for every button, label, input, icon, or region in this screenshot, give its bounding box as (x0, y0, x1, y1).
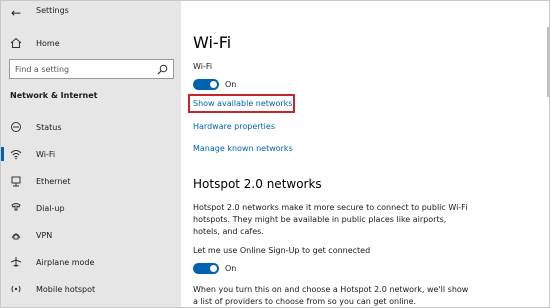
ethernet-icon (9, 174, 23, 188)
sidebar-item-vpn[interactable]: VPN (1, 222, 181, 248)
sidebar-item-airplane[interactable]: Airplane mode (1, 249, 181, 275)
settings-window: Home Network & Internet Status Wi-Fi Eth… (0, 0, 550, 308)
hardware-properties-link[interactable]: Hardware properties (193, 122, 275, 131)
sidebar-section-heading: Network & Internet (10, 91, 98, 100)
wifi-icon (9, 147, 23, 161)
sidebar-item-home[interactable]: Home (1, 30, 181, 56)
sidebar-item-hotspot[interactable]: Mobile hotspot (1, 276, 181, 302)
status-icon (9, 120, 23, 134)
hotspot-footer-text: When you turn this on and choose a Hotsp… (193, 285, 469, 306)
sidebar-item-status[interactable]: Status (1, 114, 181, 140)
show-available-networks-link[interactable]: Show available networks (193, 99, 292, 108)
search-input[interactable] (15, 63, 150, 76)
sidebar-item-label: Airplane mode (36, 257, 95, 267)
page-title: Wi-Fi (193, 33, 232, 52)
search-field[interactable] (9, 59, 174, 79)
manage-known-networks-link[interactable]: Manage known networks (193, 144, 293, 153)
sidebar-item-label: Home (36, 38, 60, 48)
signup-toggle-state: On (225, 264, 237, 273)
sidebar-item-label: Dial-up (36, 203, 65, 213)
hotspot-section-title: Hotspot 2.0 networks (193, 177, 322, 191)
sidebar-item-label: Status (36, 122, 62, 132)
hotspot-description: Hotspot 2.0 networks make it more secure… (193, 203, 468, 236)
hotspot-icon (9, 282, 23, 296)
signup-toggle[interactable] (193, 263, 219, 274)
scrollbar[interactable] (545, 25, 549, 307)
sidebar: Home Network & Internet Status Wi-Fi Eth… (1, 1, 181, 307)
sidebar-item-ethernet[interactable]: Ethernet (1, 168, 181, 194)
sidebar-item-label: Wi-Fi (36, 149, 56, 159)
back-arrow-icon[interactable]: ← (7, 5, 25, 21)
vpn-icon (9, 228, 23, 242)
airplane-icon (9, 255, 23, 269)
sidebar-item-label: Ethernet (36, 176, 71, 186)
sidebar-item-wifi[interactable]: Wi-Fi (1, 141, 181, 167)
sidebar-item-dialup[interactable]: Dial-up (1, 195, 181, 221)
app-title: Settings (36, 6, 69, 15)
wifi-setting-label: Wi-Fi (193, 62, 213, 71)
sidebar-item-label: Mobile hotspot (36, 284, 96, 294)
main-content: Wi-Fi Wi-Fi On Show available networks H… (181, 1, 549, 307)
home-icon (9, 36, 23, 50)
search-icon[interactable] (157, 64, 168, 75)
wifi-toggle[interactable] (193, 79, 219, 90)
signup-setting-label: Let me use Online Sign-Up to get connect… (193, 246, 371, 255)
sidebar-item-label: VPN (36, 230, 53, 240)
wifi-toggle-state: On (225, 80, 237, 89)
dialup-icon (9, 201, 23, 215)
